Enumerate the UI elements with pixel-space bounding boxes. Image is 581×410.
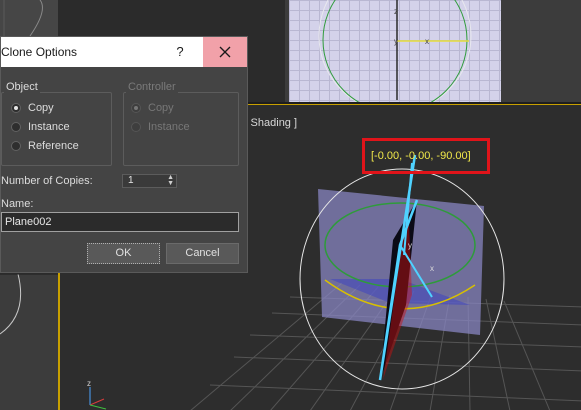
viewport-top-left[interactable] [0,0,58,36]
name-label: Name: [1,198,34,210]
ok-button[interactable]: OK [87,243,160,264]
coordinate-highlight-box: [-0.00, -0.00, -90.00] [362,138,490,174]
viewport-shading-label[interactable]: lt Shading ] [242,117,297,129]
spinner-arrows-icon[interactable]: ▲ ▼ [167,174,174,187]
svg-text:z: z [87,379,91,388]
radio-selected-icon [11,103,21,113]
top-view-y-label: y [394,37,398,46]
clone-options-dialog: Clone Options ? Copy Instance Reference … [0,36,248,273]
controller-group: Copy Instance [123,92,239,166]
viewport-bottom-left[interactable] [0,274,58,410]
object-group-label: Object [4,81,40,93]
name-input[interactable] [1,212,239,232]
controller-copy-label: Copy [148,102,174,114]
radio-icon [11,122,21,132]
dialog-title: Clone Options [1,45,78,59]
persp-x-label: x [430,264,434,273]
controller-group-label: Controller [126,81,178,93]
object-instance-label: Instance [28,121,70,133]
close-button[interactable] [203,37,247,67]
radio-icon [11,141,21,151]
number-of-copies-spinner[interactable]: 1 ▲ ▼ [122,174,177,188]
object-copy-label: Copy [28,102,54,114]
number-of-copies-value[interactable]: 1 [128,175,134,186]
top-left-viewport-arcs [3,0,43,36]
number-of-copies-label: Number of Copies: [1,175,93,187]
bottom-left-viewport-arc [0,274,58,335]
controller-instance-label: Instance [148,121,190,133]
persp-y-label: y [408,241,412,250]
top-view-z-label: z [394,7,398,16]
radio-icon [131,122,141,132]
close-icon [219,46,231,58]
cancel-button[interactable]: Cancel [166,243,239,264]
axis-tripod-icon: z [87,379,107,410]
dialog-titlebar[interactable]: Clone Options ? [1,37,247,67]
help-button[interactable]: ? [157,37,203,67]
viewport-top-right[interactable]: z y x [285,0,581,102]
object-group: Copy Instance Reference [1,92,112,166]
rotation-coordinate-readout: [-0.00, -0.00, -90.00] [371,150,471,162]
top-view-x-label: x [425,37,429,46]
object-reference-label: Reference [28,140,79,152]
radio-selected-icon [131,103,141,113]
top-view-gizmo: z y x [318,0,472,102]
